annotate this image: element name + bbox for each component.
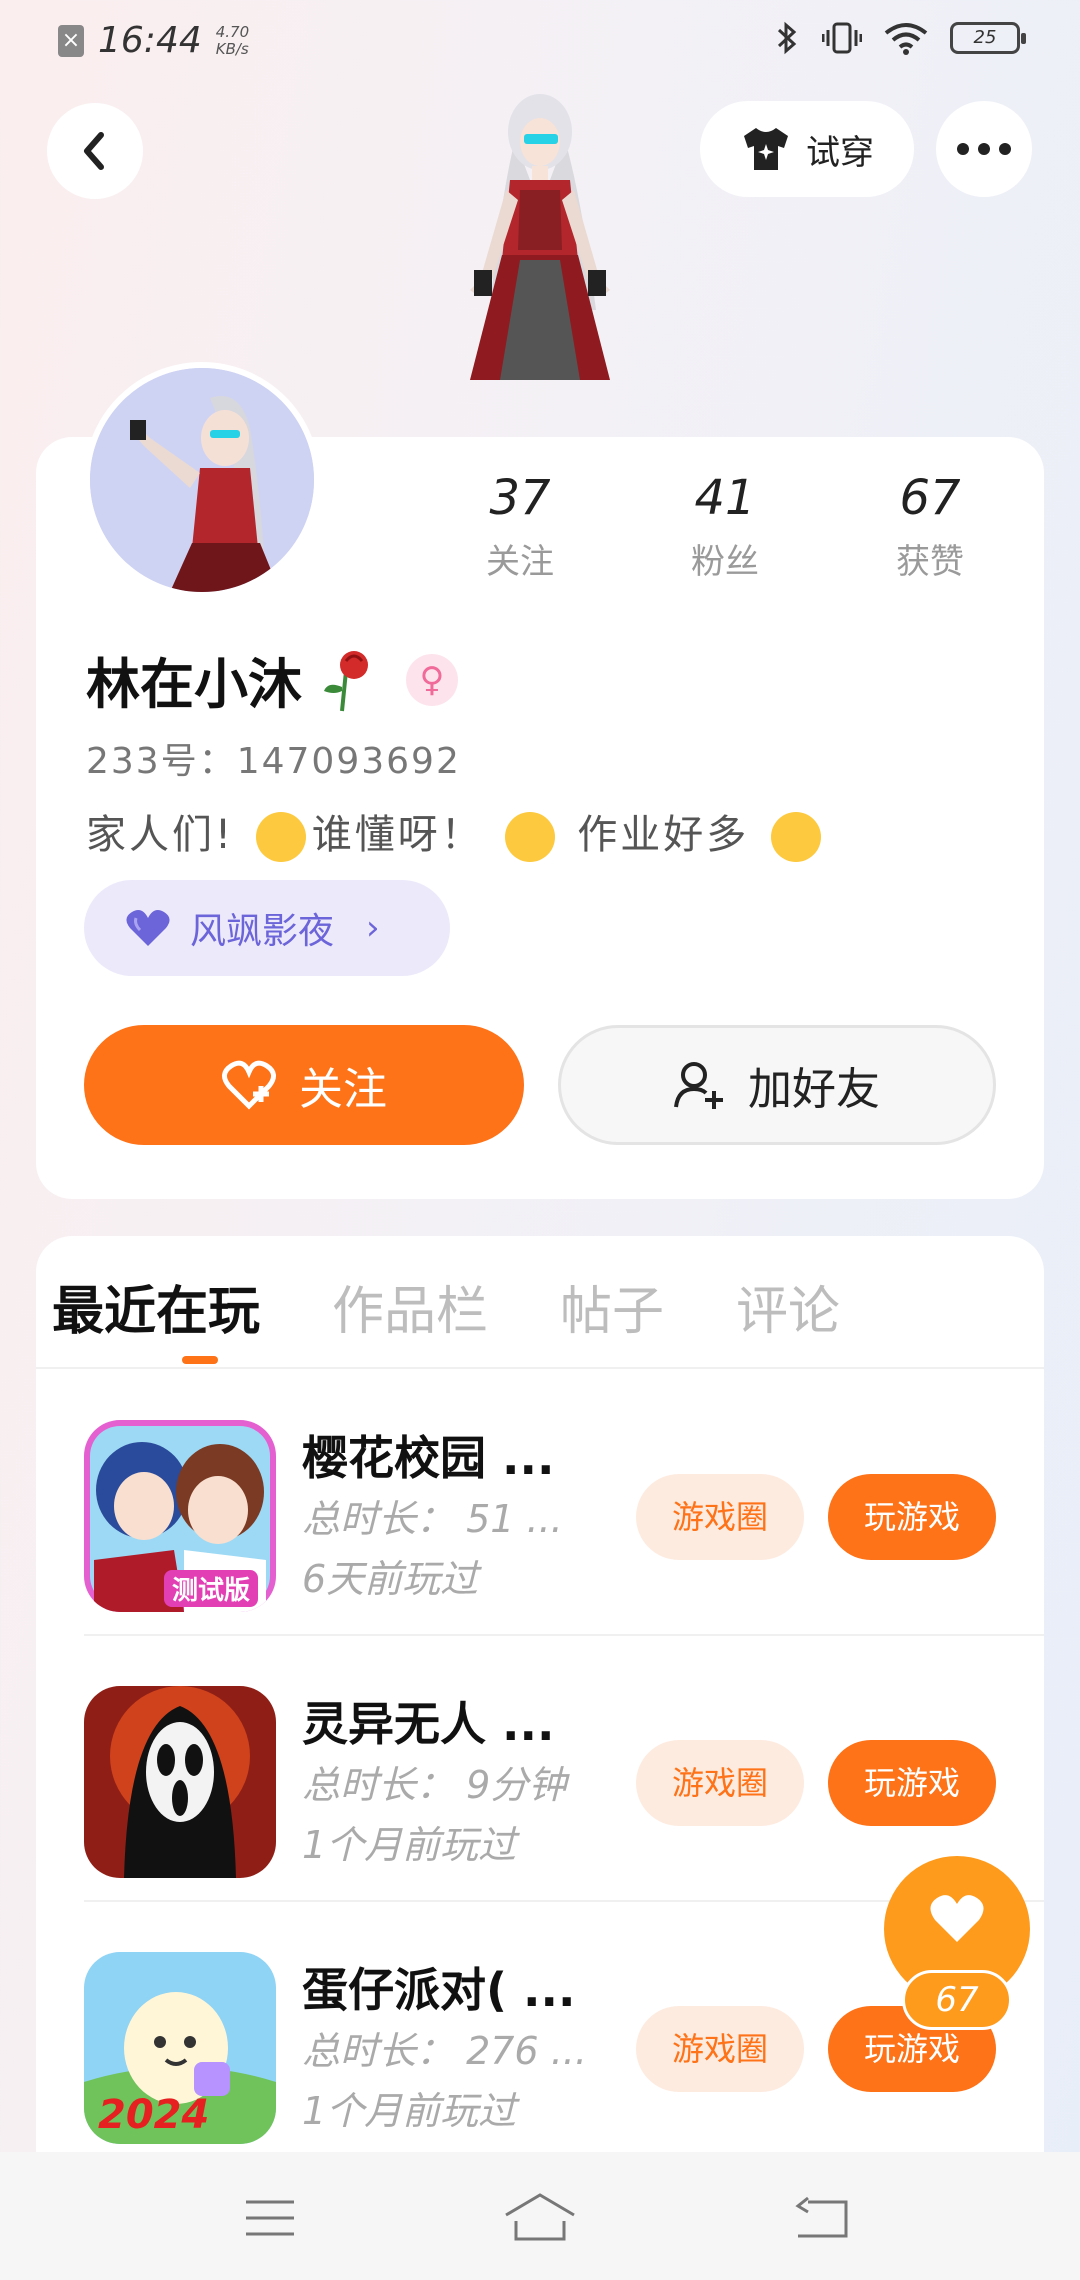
tab-recently-played[interactable]: 最近在玩 xyxy=(52,1262,260,1362)
add-friend-label: 加好友 xyxy=(748,1064,880,1115)
menu-button[interactable] xyxy=(230,2190,310,2246)
game-icon: 2024 xyxy=(84,1952,276,2144)
battery-indicator: 25 xyxy=(950,22,1026,54)
game-circle-button[interactable]: 游戏圈 xyxy=(636,1740,804,1826)
stat-following-label: 关注 xyxy=(486,542,554,582)
stat-likes-value: 67 xyxy=(899,470,961,526)
user-plus-icon xyxy=(674,1062,723,1109)
try-on-button[interactable]: 试穿 xyxy=(700,101,914,197)
status-right: 25 xyxy=(774,20,1026,56)
status-bar: × 16:44 4.70 KB/s 25 xyxy=(0,0,1080,84)
content-tabs: 最近在玩 作品栏 帖子 评论 xyxy=(52,1262,912,1362)
game-duration: 总时长： 276 ... xyxy=(302,2029,587,2073)
female-gender-icon: ♀ xyxy=(406,653,458,706)
upside-down-face-emoji-icon xyxy=(255,812,306,862)
stat-likes-label: 获赞 xyxy=(896,542,964,582)
stat-following[interactable]: 37 关注 xyxy=(420,470,620,583)
rose-icon xyxy=(324,650,368,711)
purple-heart-icon xyxy=(126,910,170,946)
game-duration: 总时长： 9分钟 xyxy=(302,1763,567,1807)
back-arrow-icon xyxy=(795,2196,848,2238)
crying-face-emoji-icon xyxy=(770,812,821,862)
follow-label: 关注 xyxy=(299,1064,387,1115)
back-button[interactable] xyxy=(47,103,143,199)
net-speed-unit: KB/s xyxy=(215,39,249,58)
back-nav-button[interactable] xyxy=(782,2190,862,2246)
game-last-played: 1个月前玩过 xyxy=(302,2089,517,2133)
follow-button[interactable]: 关注 xyxy=(84,1025,524,1145)
bluetooth-icon xyxy=(777,21,797,55)
bio: 家人们! 谁懂呀！ 作业好多 xyxy=(86,802,827,862)
play-game-button[interactable]: 玩游戏 xyxy=(828,1474,996,1560)
tab-comments[interactable]: 评论 xyxy=(736,1262,840,1362)
game-title: 灵异无人 ... xyxy=(302,1697,555,1751)
year-badge: 2024 xyxy=(98,2092,210,2138)
stat-fans-label: 粉丝 xyxy=(691,542,759,582)
game-circle-button[interactable]: 游戏圈 xyxy=(636,2006,804,2092)
net-speed-value: 4.70 xyxy=(215,22,250,41)
home-icon xyxy=(505,2193,575,2241)
like-count-badge: 67 xyxy=(902,1970,1012,2030)
system-nav-bar xyxy=(0,2152,1080,2280)
game-title: 蛋仔派对( ... xyxy=(302,1963,576,2017)
username-row: 林在小沐 ♀ xyxy=(86,640,458,719)
vibrate-icon xyxy=(822,22,862,54)
avatar-3d-figure xyxy=(470,94,610,380)
tabs-divider xyxy=(36,1367,1044,1369)
game-last-played: 6天前玩过 xyxy=(302,1557,479,1601)
game-icon: 测试版 xyxy=(84,1420,276,1612)
tab-works[interactable]: 作品栏 xyxy=(332,1262,488,1362)
tab-posts[interactable]: 帖子 xyxy=(560,1262,664,1362)
guild-tag[interactable]: 风飒影夜 › xyxy=(84,880,450,976)
guild-name: 风飒影夜 xyxy=(190,911,335,952)
home-button[interactable] xyxy=(500,2190,580,2246)
test-version-badge: 测试版 xyxy=(164,1570,259,1607)
game-duration: 总时长： 51 ... xyxy=(302,1497,563,1541)
notification-icon: × xyxy=(58,24,84,57)
status-time: 16:44 xyxy=(98,20,202,61)
wifi-icon xyxy=(884,23,928,55)
ghostface-game-image xyxy=(84,1686,276,1878)
more-dots-icon xyxy=(957,143,1011,155)
username: 林在小沐 xyxy=(86,653,302,716)
chevron-left-icon xyxy=(84,132,104,170)
try-on-label: 试穿 xyxy=(806,132,874,173)
game-title: 樱花校园 ... xyxy=(302,1431,555,1485)
bio-text-1: 家人们! xyxy=(86,812,235,858)
menu-icon xyxy=(246,2200,294,2236)
add-friend-button[interactable]: 加好友 xyxy=(558,1025,996,1145)
status-left: × 16:44 4.70 KB/s xyxy=(58,20,249,61)
bio-text-2: 谁懂呀！ xyxy=(311,812,484,858)
avatar[interactable] xyxy=(84,362,320,598)
bio-text-3: 作业好多 xyxy=(577,812,750,858)
more-button[interactable] xyxy=(936,101,1032,197)
net-speed: 4.70 KB/s xyxy=(215,22,250,58)
heart-plus-icon xyxy=(222,1060,276,1110)
game-last-played: 1个月前玩过 xyxy=(302,1823,517,1867)
account-id[interactable]: 233号：147093692 xyxy=(86,732,461,784)
chevron-right-icon: › xyxy=(366,908,380,948)
play-game-button[interactable]: 玩游戏 xyxy=(828,1740,996,1826)
game-icon xyxy=(84,1686,276,1878)
heart-icon xyxy=(930,1895,984,1942)
stat-following-value: 37 xyxy=(489,470,551,526)
list-item[interactable]: 测试版 樱花校园 ... 总时长： 51 ... 6天前玩过 游戏圈 玩游戏 xyxy=(36,1370,1044,1636)
crying-face-emoji-icon xyxy=(505,812,556,862)
avatar-image xyxy=(90,368,314,592)
game-circle-button[interactable]: 游戏圈 xyxy=(636,1474,804,1560)
tshirt-icon xyxy=(744,128,788,170)
stat-fans-value: 41 xyxy=(694,470,756,526)
stat-fans[interactable]: 41 粉丝 xyxy=(625,470,825,583)
list-item[interactable]: 灵异无人 ... 总时长： 9分钟 1个月前玩过 游戏圈 玩游戏 xyxy=(36,1636,1044,1902)
stat-likes[interactable]: 67 获赞 xyxy=(830,470,1030,583)
tab-active-indicator xyxy=(182,1356,218,1364)
